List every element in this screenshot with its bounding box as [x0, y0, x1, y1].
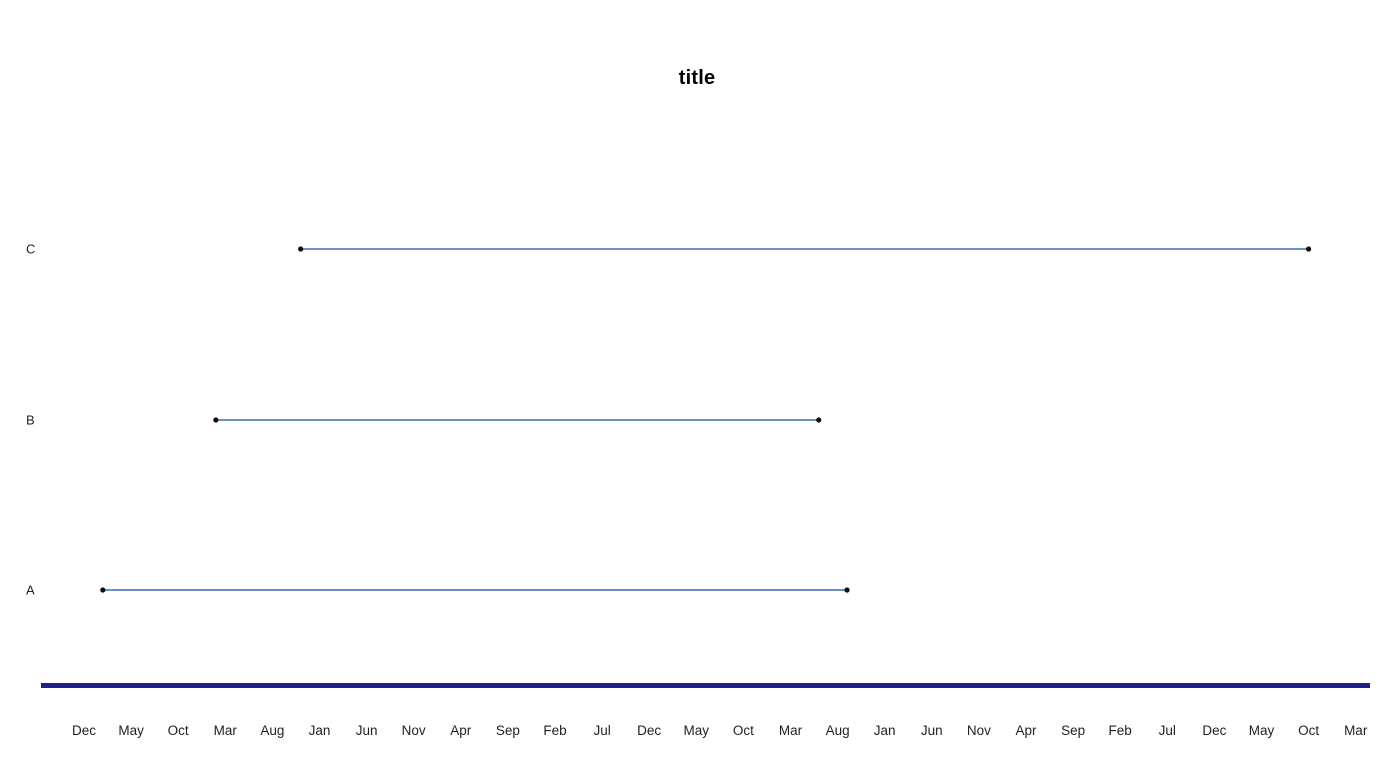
- timeline-end-marker: [816, 417, 822, 423]
- x-axis-tick-label: Jun: [355, 723, 378, 738]
- timeline-start-marker: [213, 417, 219, 423]
- x-axis-tick-label: Mar: [778, 723, 803, 738]
- plot-area: [0, 0, 1394, 780]
- y-axis-category-b: B: [26, 412, 35, 428]
- x-axis-tick-label: Apr: [1015, 723, 1037, 738]
- x-axis-tick-label: Aug: [825, 723, 850, 738]
- x-axis-tick-label: Mar: [213, 723, 237, 738]
- x-axis-tick-label: Oct: [1298, 723, 1320, 738]
- x-axis-tick-label: Sep: [1061, 723, 1086, 738]
- x-axis-tick-label: Jul: [1158, 723, 1176, 738]
- x-axis-tick-label: Feb: [1108, 723, 1132, 738]
- x-axis-tick-label: Sep: [495, 723, 520, 738]
- x-axis-tick-label: May: [118, 723, 144, 738]
- x-axis-tick-label: Dec: [71, 723, 97, 738]
- timeline-start-marker: [298, 246, 304, 252]
- x-axis-tick-label: Jul: [593, 723, 611, 738]
- timeline-start-marker: [100, 587, 106, 593]
- timeline-svg: [100, 246, 1312, 593]
- x-axis-tick-label: Apr: [450, 723, 472, 738]
- timeline-bar-b[interactable]: [213, 417, 822, 423]
- gantt-chart: title CBA Dec May Oct Mar Aug Jan Jun Nov Apr Sep…: [0, 0, 1394, 780]
- timeline-bar-c[interactable]: [298, 246, 1312, 252]
- y-axis-category-c: C: [26, 241, 36, 257]
- x-axis-tick-label: Dec: [1202, 723, 1227, 738]
- x-axis-tick-label: Mar: [1344, 723, 1368, 738]
- x-axis-tick-label: Jan: [308, 723, 331, 738]
- timeline-end-marker: [844, 587, 850, 593]
- x-axis-tick-label: Oct: [732, 723, 754, 738]
- x-axis-tick-label: May: [683, 723, 710, 738]
- timeline-end-marker: [1306, 246, 1312, 252]
- x-axis-tick-label: Aug: [260, 723, 285, 738]
- x-axis-tick-label: May: [1248, 723, 1275, 738]
- x-axis-tick-label: Feb: [543, 723, 567, 738]
- x-axis-tick-label: Nov: [966, 723, 991, 738]
- x-axis-tick-label: Jun: [920, 723, 943, 738]
- x-axis-tick-label: Oct: [167, 723, 189, 738]
- x-axis-line: [41, 683, 1370, 688]
- timeline-bar-a[interactable]: [100, 587, 850, 593]
- x-axis-tick-label: Dec: [637, 723, 662, 738]
- x-axis-tick-label: Nov: [401, 723, 426, 738]
- x-axis-tick-label: Jan: [873, 723, 896, 738]
- y-axis-category-a: A: [26, 582, 35, 598]
